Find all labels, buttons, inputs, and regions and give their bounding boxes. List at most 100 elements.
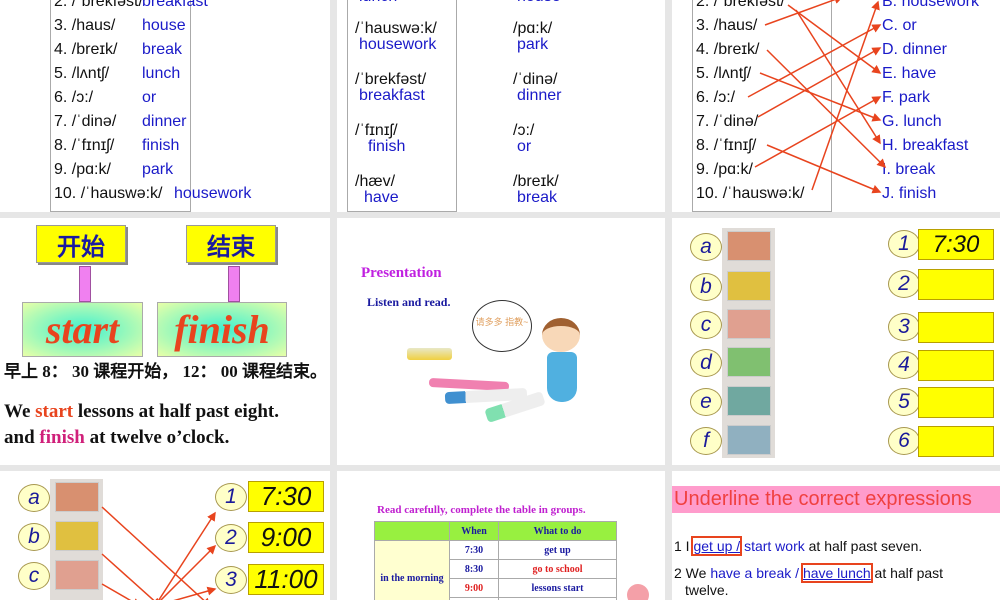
phonetic: 3. /haus/ [54, 17, 116, 34]
word: finish [142, 137, 180, 154]
match-arrow [173, 586, 217, 600]
match-arrow [101, 583, 142, 600]
match-arrow [766, 144, 882, 194]
text: We [4, 401, 36, 422]
what-cell: lessons start [498, 578, 617, 598]
word: break [142, 41, 183, 58]
slide-thumbnail-8[interactable]: Read carefully, complete the table in gr… [337, 471, 665, 600]
activity-picture [727, 231, 771, 261]
letter-badge: f [690, 427, 722, 455]
slide-subtitle: Listen and read. [367, 295, 451, 309]
number-badge: 5 [888, 388, 920, 416]
word-finish: finish [157, 302, 287, 357]
number-badge: 2 [888, 270, 920, 298]
when-cell: 8:30 [449, 559, 499, 579]
label-finish-cn: 结束 [186, 225, 276, 263]
sentence-1: We start lessons at half past eight. [4, 401, 279, 423]
activity-picture [727, 271, 771, 301]
slide-title: Presentation [361, 265, 442, 281]
arrow-up-icon [79, 266, 91, 302]
word: lunch [142, 65, 181, 82]
word: park [517, 36, 549, 53]
number-badge: 6 [888, 427, 920, 455]
text: at twelve o’clock. [84, 427, 230, 448]
header-cell [374, 521, 450, 541]
schedule-table: When What to do in the morning 7:30 get up … [374, 521, 617, 600]
speech-bubble: 请多多 指教~ [472, 300, 532, 352]
selected-option[interactable]: have lunch [800, 563, 873, 583]
slide-thumbnail-7[interactable]: a 1 7:30 b 2 9:00 c 3 11:00 [0, 471, 330, 600]
number-badge: 4 [888, 351, 920, 379]
girl-illustration [547, 352, 577, 402]
word-start: start [22, 302, 143, 357]
phonetic: 4. /breɪk/ [54, 41, 118, 58]
matching-arrows [747, 0, 887, 194]
phonetic: 6. /ɔ:/ [54, 89, 94, 106]
activity-picture [727, 425, 771, 455]
slide-title: Read carefully, complete the table in gr… [377, 504, 586, 516]
match-arrow [747, 24, 882, 98]
text: at half past seven. [804, 538, 923, 554]
text: 2 We [674, 565, 711, 581]
word: housework [359, 36, 437, 53]
when-cell: 9:00 [449, 578, 499, 598]
activity-picture [727, 309, 771, 339]
slide-thumbnail-2[interactable]: lunch house /ˈhauswə:k/housework/pɑ:k/pa… [337, 0, 665, 212]
time-box[interactable] [918, 350, 994, 381]
slide-thumbnail-6[interactable]: a 1 7:30 b 2 c 3 d 4 e 5 f 6 [672, 218, 1000, 465]
text: at half past [870, 565, 944, 581]
what-cell: get up [498, 540, 617, 560]
number-badge: 1 [888, 230, 920, 258]
phonetic: 2. /ˈbrekfəst/ [54, 0, 143, 10]
letter-badge: a [690, 233, 722, 261]
slide-title-banner: Underline the correct expressions [672, 486, 1000, 513]
match-arrow [101, 506, 212, 600]
word: housework [174, 185, 252, 202]
sentence-2: 2 We have a break / have lunch at half p… [674, 563, 944, 583]
match-arrow [157, 511, 216, 600]
chinese-sentence: 早上 8： 30 课程开始， 12： 00 课程结束。 [4, 362, 327, 381]
slide-thumbnail-1[interactable]: 2. /ˈbrekfəst/breakfast 3. /haus/house 4. … [0, 0, 330, 212]
header-cell: When [449, 521, 499, 541]
slide-thumbnail-5[interactable]: Presentation Listen and read. 请多多 指教~ [337, 218, 665, 465]
slide-thumbnail-9[interactable]: Underline the correct expressions 1 I ge… [672, 471, 1000, 600]
match-arrow [787, 4, 882, 74]
text: and [4, 427, 40, 448]
word: house [517, 0, 561, 6]
word: breakfast [142, 0, 208, 10]
girl-illustration [542, 318, 580, 352]
highlight: start [35, 401, 74, 422]
word: finish [368, 138, 406, 155]
slide-thumbnail-4[interactable]: 开始 结束 start finish 早上 8： 30 课程开始， 12： 00… [0, 218, 330, 465]
word: lunch [359, 0, 397, 6]
label-start-cn: 开始 [36, 225, 126, 263]
header-cell: What to do [498, 521, 617, 541]
letter-badge: c [690, 311, 722, 339]
word: park [142, 161, 174, 178]
word: dinner [517, 87, 562, 104]
option[interactable]: have a break / [710, 565, 799, 581]
number-badge: 3 [888, 313, 920, 341]
arrow-up-icon [228, 266, 240, 302]
time-box[interactable] [918, 269, 994, 300]
period-cell: in the morning [374, 540, 450, 600]
letter-badge: e [690, 388, 722, 416]
letter-badge: d [690, 349, 722, 377]
word: dinner [142, 113, 187, 130]
slide-thumbnail-3[interactable]: 2. /ˈbrekfəst/B. housework 3. /haus/C. or… [672, 0, 1000, 212]
time-box[interactable]: 7:30 [918, 229, 994, 260]
matching-arrows [101, 506, 217, 600]
activity-picture [727, 386, 771, 416]
sentence-1: 1 I get up / start work at half past sev… [674, 536, 923, 556]
time-box[interactable] [918, 387, 994, 418]
option[interactable]: start work [744, 538, 805, 554]
time-box[interactable] [918, 312, 994, 343]
word: or [142, 89, 157, 106]
time-box[interactable] [918, 426, 994, 457]
word: breakfast [359, 87, 425, 104]
selected-option[interactable]: get up / [691, 536, 743, 556]
sentence-2-cont: twelve. [685, 582, 729, 598]
picture-strip [722, 228, 775, 458]
phonetic: 9. /pɑ:k/ [54, 161, 111, 178]
phonetic: 8. /ˈfɪnɪʃ/ [54, 137, 115, 154]
